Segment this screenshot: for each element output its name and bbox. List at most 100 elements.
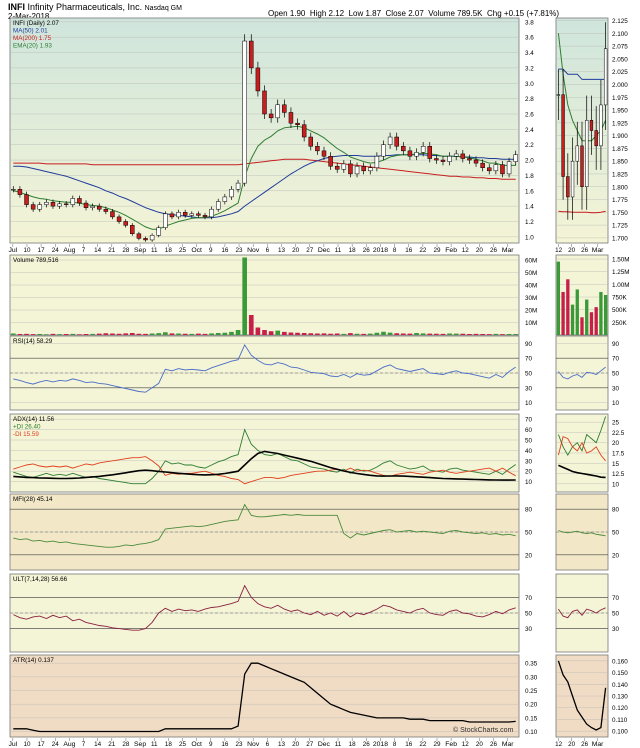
volume-bar: [176, 333, 181, 335]
price-x-tick-label: 26: [363, 247, 371, 254]
atr-frame: [9, 654, 520, 738]
volume-bar: [493, 333, 499, 335]
price-candle: [315, 145, 320, 152]
atr-x-tick-label: 10: [23, 741, 31, 748]
volume-bar: [248, 315, 254, 335]
price_zoom-y-tick-label: 1.950: [612, 108, 628, 115]
rsi_zoom-y-tick-label: 70: [612, 356, 620, 363]
atr-x-tick-label: Feb: [445, 741, 457, 748]
price-x-tick-label: 23: [236, 247, 244, 254]
volume-bar: [420, 333, 426, 335]
price_zoom-y-tick-label: 2.100: [612, 31, 628, 38]
volume_zoom-y-tick-label: 1.00M: [612, 282, 630, 289]
price_zoom-y-tick-label: 2.125: [612, 18, 628, 25]
price_zoom-y-tick-label: 1.900: [612, 133, 628, 140]
price_zoom-y-tick-label: 2.000: [612, 82, 628, 89]
volume-bar: [374, 332, 380, 335]
adx-y-tick-label: 50: [525, 438, 533, 445]
volume-bar: [401, 333, 406, 335]
price-candle: [361, 165, 366, 172]
atr-x-tick-label: 18: [165, 741, 173, 748]
volume-bar: [427, 333, 433, 335]
price-candle: [308, 136, 314, 147]
price-candle: [268, 113, 274, 119]
ult_zoom-y-tick-label: 30: [612, 626, 620, 633]
volume-bar: [434, 333, 439, 335]
price-candle: [242, 40, 247, 184]
adx_zoom-y-tick-label: 15: [612, 461, 620, 468]
price_zoom-y-tick-label: 1.850: [612, 159, 628, 166]
price-x-tick-label: Aug: [63, 247, 75, 254]
ult-y-tick-label: 70: [525, 595, 533, 602]
adx_zoom-y-tick-label: 17.5: [612, 451, 625, 458]
price-x-tick-label: 22: [419, 247, 427, 254]
price-candle: [288, 112, 294, 124]
volume-bar: [268, 331, 274, 335]
volume_zoom-bar: [594, 307, 598, 335]
volume-bar: [262, 330, 267, 335]
mfi-y-tick-label: 50: [525, 530, 533, 537]
price-candle: [182, 212, 188, 216]
price-candle: [513, 154, 518, 162]
volume-bar: [414, 333, 419, 335]
volume_zoom-bar: [566, 279, 570, 335]
atr-x-tick-label: 22: [419, 741, 427, 748]
mfi-y-tick-label: 20: [525, 552, 533, 559]
price-candle: [90, 205, 95, 208]
volume-bar: [308, 333, 314, 335]
price-y-tick-label: 2.8: [525, 96, 534, 103]
volume_zoom-bar: [585, 299, 589, 335]
volume-bar: [30, 334, 36, 335]
volume-y-tick-label: 50M: [525, 270, 537, 277]
volume-bar: [202, 333, 208, 335]
price-candle: [354, 165, 360, 175]
atr-y-tick-label: 0.10: [525, 729, 538, 736]
price-candle: [467, 158, 472, 161]
price-candle: [480, 162, 485, 168]
volume_zoom-y-tick-label: 250K: [612, 320, 628, 327]
volume_zoom-bar: [599, 291, 603, 335]
atr-zoom-x-tick-label: 20: [568, 741, 576, 748]
price_zoom-y-tick-label: 2.025: [612, 69, 628, 76]
price-candle: [453, 153, 459, 157]
price-candle: [506, 161, 512, 175]
adx-y-tick-label: 70: [525, 417, 533, 424]
price-y-tick-label: 1.0: [525, 234, 534, 241]
price-x-tick-label: Sep: [134, 247, 146, 254]
adx_zoom-y-tick-label: 25: [612, 420, 620, 427]
volume-bar: [222, 332, 228, 335]
volume-bar: [90, 333, 95, 335]
volume-bar: [407, 333, 413, 335]
volume-bar: [229, 331, 234, 335]
volume-bar: [77, 334, 82, 335]
volume-bar: [10, 333, 16, 335]
volume_zoom-y-tick-label: 750K: [612, 295, 628, 302]
atr-x-tick-label: 20: [292, 741, 300, 748]
price_zoom-candle: [580, 145, 584, 188]
atr-x-tick-label: 12: [462, 741, 470, 748]
volume-bar: [37, 334, 43, 335]
price-x-tick-label: Mar: [502, 247, 514, 254]
adx-legend-entry: +DI 26.40: [13, 424, 41, 431]
rsi-y-tick-label: 30: [525, 385, 533, 392]
price-candle: [97, 205, 102, 210]
atr-x-tick-label: 8: [393, 741, 397, 748]
adx-y-tick-label: 40: [525, 448, 533, 455]
price-candle: [249, 40, 254, 69]
atr-x-tick-label: 16: [405, 741, 413, 748]
volume-bar: [453, 333, 459, 335]
price-x-tick-label: 27: [306, 247, 314, 254]
atr-x-tick-label: 26: [490, 741, 498, 748]
volume_zoom-bar: [561, 291, 565, 335]
price-candle: [130, 225, 135, 235]
price-y-tick-label: 3.0: [525, 81, 534, 88]
volume-bar: [143, 333, 148, 335]
price-x-tick-label: 18: [165, 247, 173, 254]
volume-bar: [480, 334, 485, 335]
volume-bar: [473, 333, 479, 335]
price-legend-entry: EMA(20) 1.93: [13, 43, 52, 50]
price-candle: [275, 104, 280, 119]
volume-bar: [129, 333, 135, 335]
price-x-tick-label: 7: [82, 247, 86, 254]
atr-x-tick-label: 20: [476, 741, 484, 748]
